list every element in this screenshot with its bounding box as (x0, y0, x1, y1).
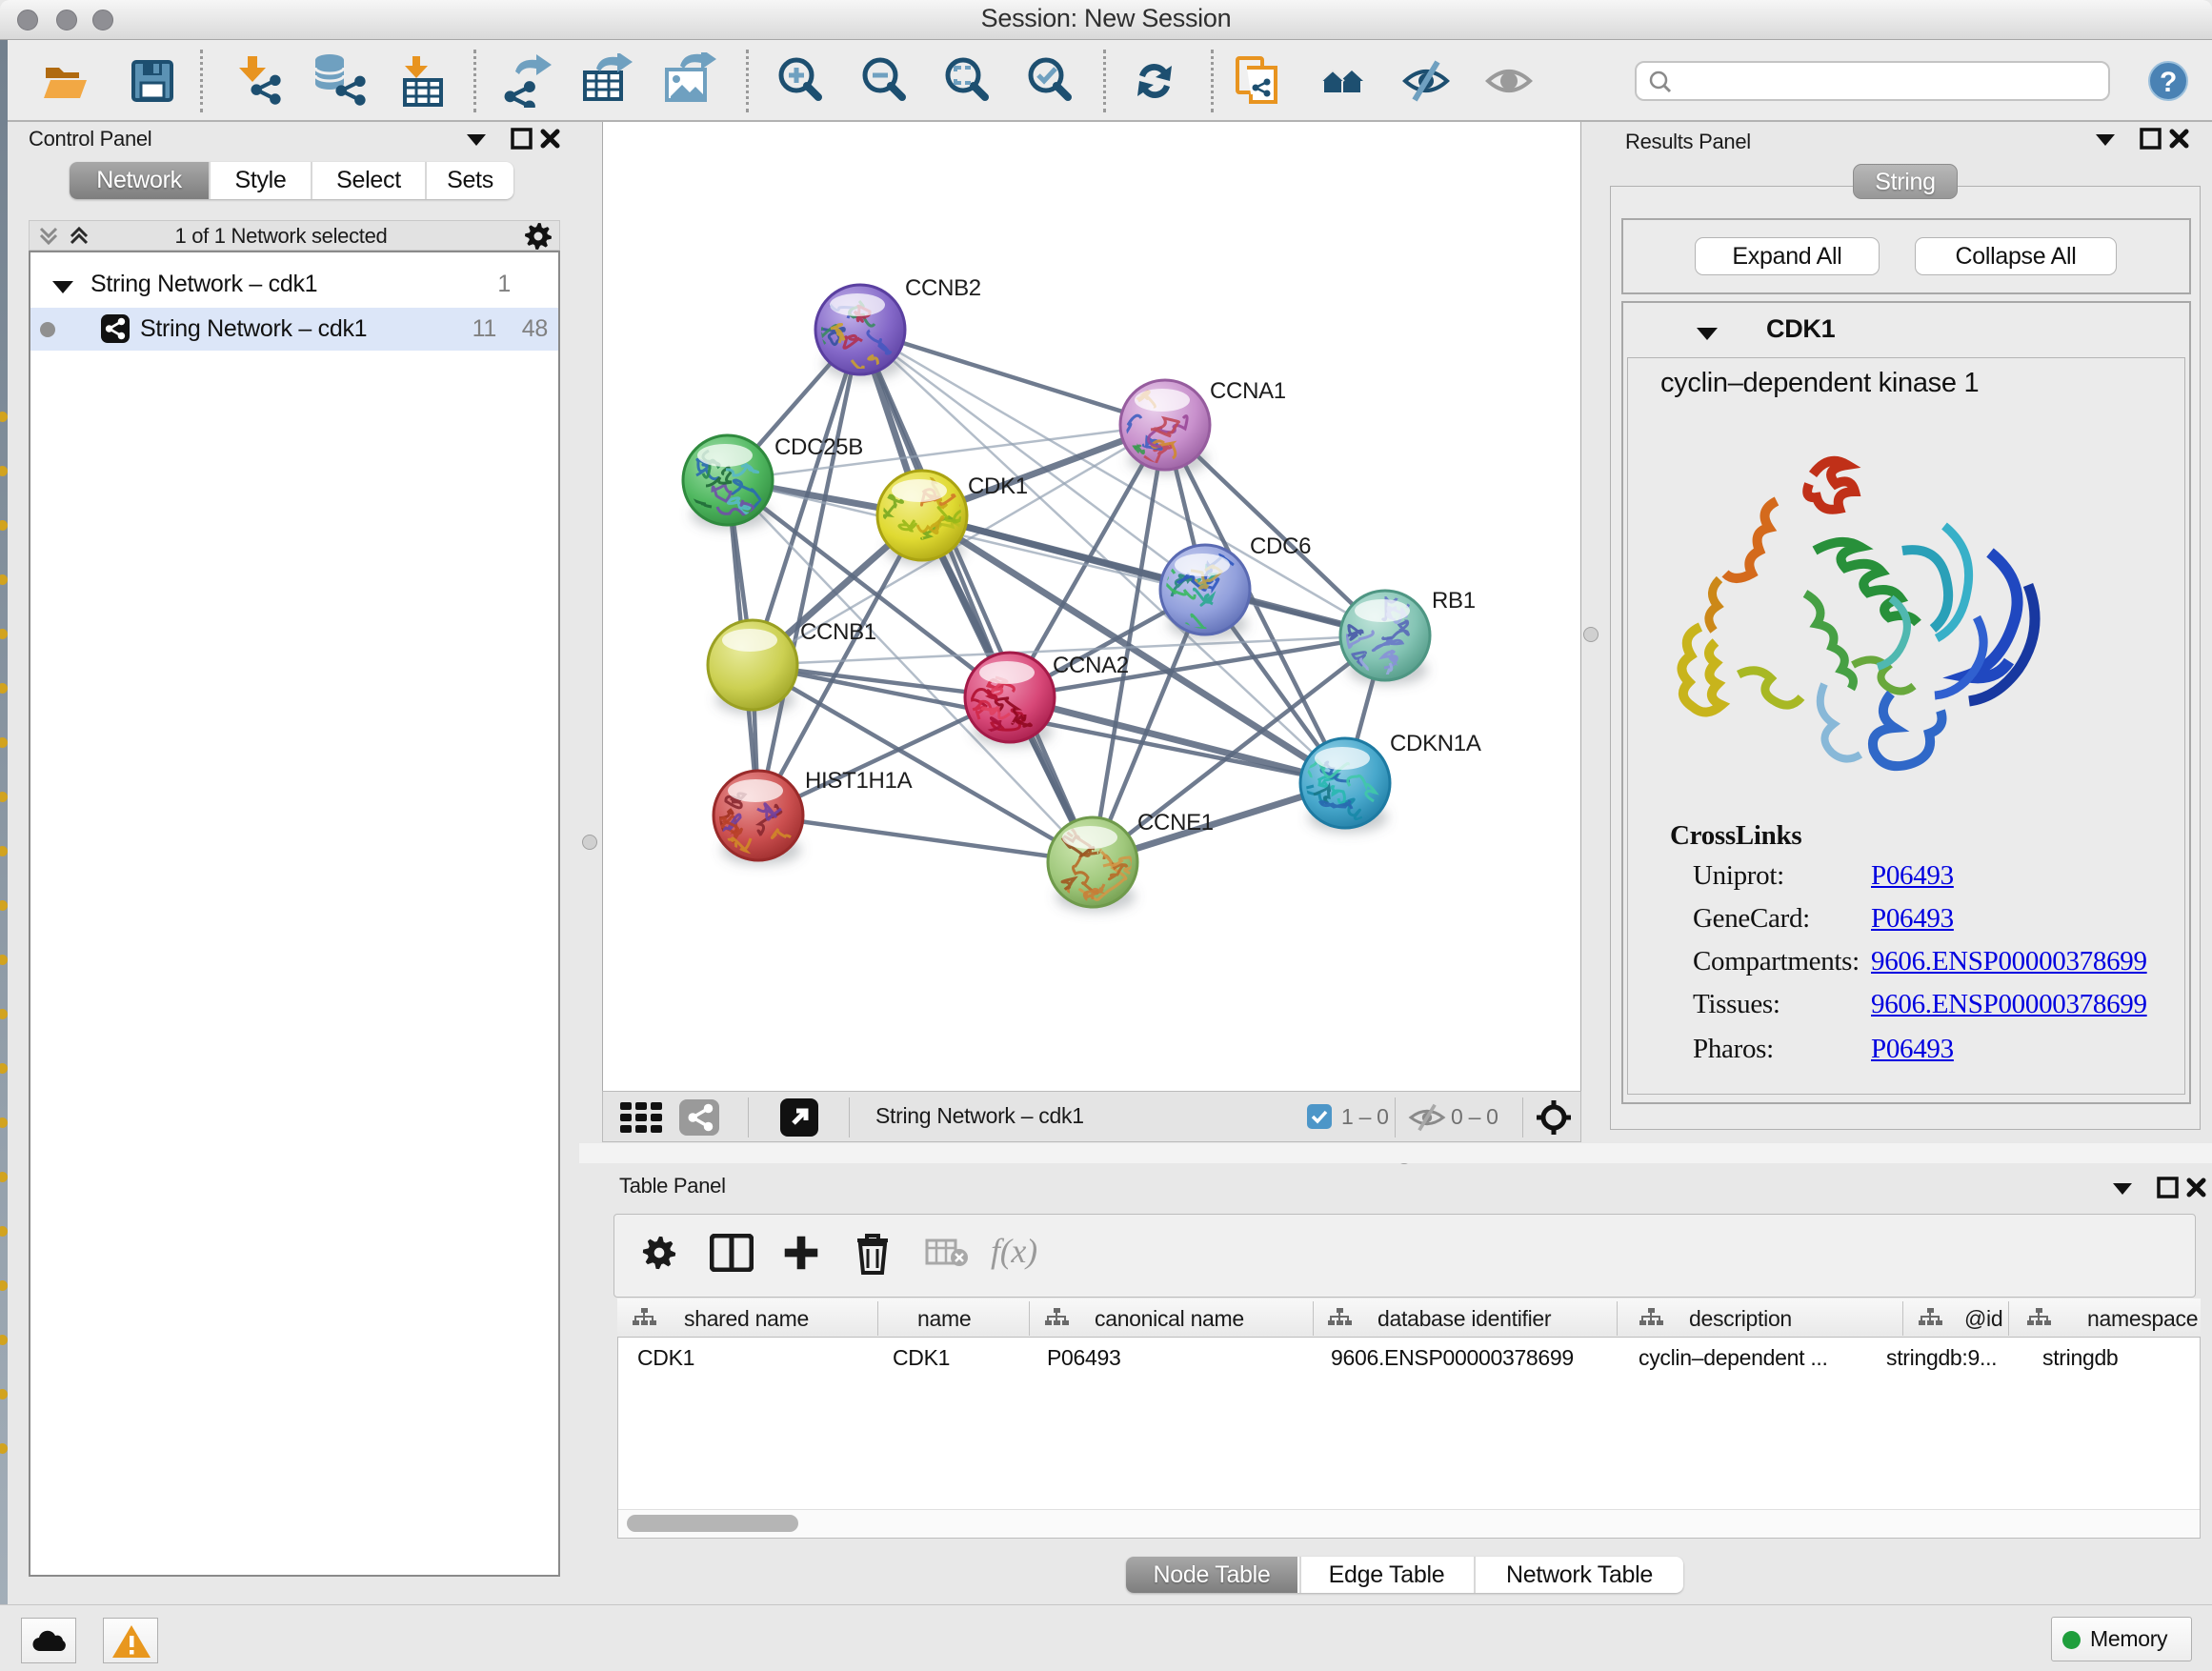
svg-text:CDC25B: CDC25B (774, 434, 863, 460)
svg-text:CDKN1A: CDKN1A (1390, 731, 1481, 756)
svg-text:CDC6: CDC6 (1250, 534, 1311, 559)
svg-text:HIST1H1A: HIST1H1A (805, 768, 913, 794)
svg-text:CCNB1: CCNB1 (800, 619, 876, 645)
svg-text:CDK1: CDK1 (968, 473, 1028, 499)
svg-text:RB1: RB1 (1432, 588, 1476, 614)
svg-text:CCNA1: CCNA1 (1210, 378, 1286, 404)
svg-text:CCNE1: CCNE1 (1137, 810, 1214, 836)
svg-text:CCNB2: CCNB2 (905, 275, 981, 301)
svg-text:CCNA2: CCNA2 (1053, 653, 1129, 678)
